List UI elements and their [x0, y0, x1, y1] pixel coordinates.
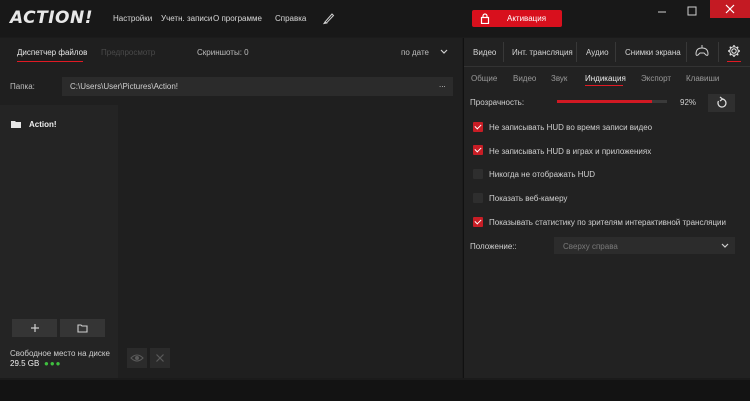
- free-space-value: 29.5 GB: [10, 359, 40, 368]
- active-tab-underline: [727, 61, 741, 62]
- option-hud-games-label: Не записывать HUD в играх и приложениях: [489, 147, 652, 156]
- app-logo: ACTION!: [10, 8, 93, 28]
- tab-divider: [503, 42, 504, 62]
- activation-label: Активация: [507, 14, 547, 23]
- minimize-icon[interactable]: [652, 5, 672, 17]
- option-hud-video-label: Не записывать HUD во время записи видео: [489, 123, 653, 132]
- delete-icon: [156, 354, 164, 362]
- position-label: Положение::: [470, 242, 517, 251]
- active-tab-underline: [17, 61, 83, 62]
- reset-button[interactable]: [708, 94, 735, 112]
- screenshot-gallery: [118, 105, 462, 378]
- checkbox-hud-video[interactable]: [473, 122, 483, 132]
- transparency-slider-fill: [557, 100, 652, 103]
- option-hud-never-label: Никогда не отображать HUD: [489, 170, 596, 179]
- menu-accounts[interactable]: Учетн. записи: [161, 14, 212, 23]
- tab-video[interactable]: Видео: [473, 48, 496, 57]
- checkbox-hud-never[interactable]: [473, 169, 483, 179]
- gamepad-icon[interactable]: [694, 44, 710, 58]
- open-folder-button[interactable]: [60, 319, 105, 337]
- menu-about[interactable]: О программе: [213, 14, 262, 23]
- active-subtab-underline: [585, 85, 623, 86]
- menu-help[interactable]: Справка: [275, 14, 306, 23]
- chevron-down-icon[interactable]: [440, 49, 448, 55]
- plus-icon: [31, 324, 39, 332]
- subtab-general[interactable]: Общие: [471, 74, 497, 83]
- tab-divider: [576, 42, 577, 62]
- checkbox-webcam[interactable]: [473, 193, 483, 203]
- option-webcam-label: Показать веб-камеру: [489, 194, 568, 203]
- menu-settings[interactable]: Настройки: [113, 14, 152, 23]
- folder-path: C:\Users\User\Pictures\Action!: [70, 82, 179, 91]
- transparency-label: Прозрачность:: [470, 98, 525, 107]
- tab-divider: [686, 42, 687, 62]
- subtab-hotkeys[interactable]: Клавиши: [686, 74, 719, 83]
- sort-dropdown[interactable]: по дате: [401, 48, 429, 57]
- tab-live-stream[interactable]: Инт. трансляция: [512, 48, 573, 57]
- pen-icon[interactable]: [322, 11, 336, 25]
- chevron-down-icon: [721, 243, 729, 248]
- position-value: Сверху справа: [563, 242, 618, 251]
- checkbox-viewer-stats[interactable]: [473, 217, 483, 227]
- settings-panel: [463, 38, 750, 378]
- close-icon: [725, 4, 735, 14]
- option-viewer-stats-label: Показывать статистику по зрителям интера…: [489, 218, 726, 227]
- subtab-indication[interactable]: Индикация: [585, 74, 626, 83]
- transparency-value: 92%: [680, 98, 697, 107]
- subtab-export[interactable]: Экспорт: [641, 74, 671, 83]
- tab-audio[interactable]: Аудио: [586, 48, 609, 57]
- gear-icon[interactable]: [727, 44, 741, 58]
- maximize-icon[interactable]: [682, 4, 702, 18]
- folder-browse-button[interactable]: ...: [439, 80, 446, 89]
- lock-icon: [480, 13, 490, 24]
- subtab-video[interactable]: Видео: [513, 74, 536, 83]
- eye-icon: [130, 354, 144, 362]
- close-button[interactable]: [710, 0, 750, 18]
- tab-file-manager[interactable]: Диспетчер файлов: [17, 48, 87, 57]
- reset-icon: [717, 96, 727, 108]
- screenshots-count[interactable]: Скриншоты: 0: [197, 48, 249, 57]
- folder-tree: [0, 105, 118, 378]
- folder-open-icon: [77, 324, 88, 333]
- disk-status-indicator: ●●●: [44, 359, 62, 368]
- free-space-label: Свободное место на диске: [10, 349, 110, 358]
- folder-icon: [11, 121, 21, 128]
- tab-divider: [615, 42, 616, 62]
- subtab-sound[interactable]: Звук: [551, 74, 567, 83]
- checkbox-hud-games[interactable]: [473, 145, 483, 155]
- tab-separator: [464, 66, 750, 67]
- activation-button[interactable]: Активация: [472, 10, 562, 27]
- folder-label: Папка:: [10, 82, 35, 91]
- tab-divider: [718, 42, 719, 62]
- tree-item-action[interactable]: Action!: [29, 120, 57, 129]
- tab-preview[interactable]: Предпросмотр: [101, 48, 155, 57]
- view-button[interactable]: [127, 348, 147, 368]
- status-bar: [0, 380, 750, 401]
- delete-button[interactable]: [150, 348, 170, 368]
- add-folder-button[interactable]: [12, 319, 57, 337]
- tab-screenshots[interactable]: Снимки экрана: [625, 48, 681, 57]
